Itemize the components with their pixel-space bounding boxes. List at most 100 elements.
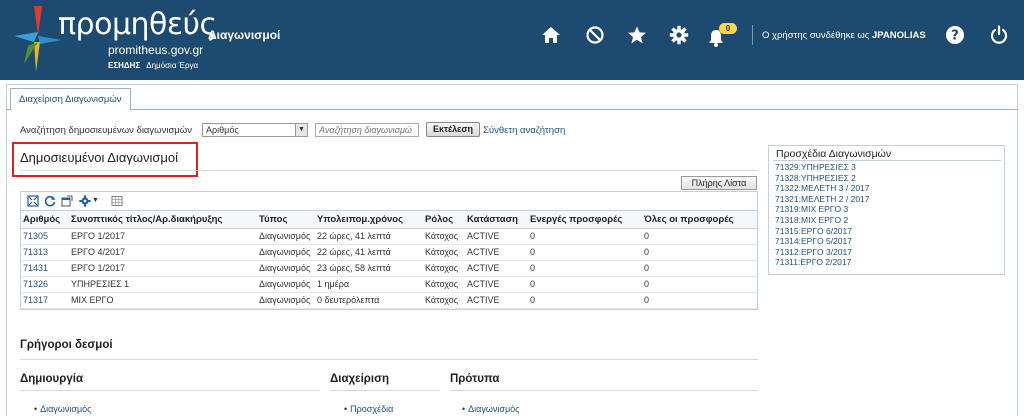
cell-type: Διαγωνισμός (257, 292, 315, 309)
cell-active-offers: 0 (528, 292, 642, 309)
quick-link-template-tender[interactable]: • Διαγωνισμός (462, 404, 519, 414)
tender-number-link[interactable]: 71313 (21, 244, 69, 261)
table-row: 71313 ΕΡΓΟ 4/2017 Διαγωνισμός 22 ώρες, 4… (21, 244, 757, 261)
quick-link-label: Διαγωνισμός (468, 404, 520, 414)
cell-remaining: 22 ώρες, 41 λεπτά (315, 228, 423, 245)
tab-bar: Διαχείριση Διαγωνισμών (6, 84, 1018, 111)
tender-number-link[interactable]: 71326 (21, 276, 69, 293)
draft-link[interactable]: 71318:ΜΙΧ ΕΡΓΟ 2 (775, 215, 870, 226)
cell-type: Διαγωνισμός (257, 228, 315, 245)
quick-link-label: Προσχέδια (350, 404, 394, 414)
chevron-down-icon[interactable]: ▼ (295, 124, 307, 136)
draft-link[interactable]: 71311:ΕΡΓΟ 2/2017 (775, 257, 870, 268)
quick-link-label: Διαγωνισμός (40, 404, 92, 414)
logo-org-bold: ΕΣΗΔΗΣ (108, 61, 141, 70)
tenders-table: Αριθμός Συνοπτικός τίτλος/Αρ.διακήρυξης … (21, 211, 757, 309)
star-icon[interactable] (627, 25, 647, 45)
published-table: ▼ Αριθμός Συνοπτικός τίτλος/Αρ.διακήρυξη… (20, 191, 758, 310)
cell-all-offers: 0 (642, 244, 757, 261)
settings-gear-icon[interactable] (79, 195, 91, 207)
detach-icon[interactable] (61, 195, 73, 207)
cell-title: ΕΡΓΟ 1/2017 (69, 260, 257, 277)
drafts-divider (773, 160, 1001, 161)
table-toolbar: ▼ (21, 192, 757, 211)
username: JPANOLIAS (871, 30, 926, 41)
col-type[interactable]: Τύπος (257, 211, 315, 229)
logo-org-text: Δημόσια Έργα (146, 61, 199, 70)
cell-status: ACTIVE (465, 292, 528, 309)
search-field-select[interactable]: Αριθμός ▼ (202, 123, 308, 137)
advanced-search-link[interactable]: Σύνθετη αναζήτηση (483, 125, 565, 136)
cell-remaining: 23 ώρες, 58 λεπτά (315, 260, 423, 277)
tender-number-link[interactable]: 71305 (21, 228, 69, 245)
tab-tender-management[interactable]: Διαχείριση Διαγωνισμών (10, 88, 131, 111)
col-title[interactable]: Συνοπτικός τίτλος/Αρ.διακήρυξης (69, 211, 257, 229)
quick-links-heading-manage: Διαχείριση (330, 373, 390, 385)
draft-link[interactable]: 71314:ΕΡΓΟ 5/2017 (775, 236, 870, 247)
cell-all-offers: 0 (642, 292, 757, 309)
col-active-offers[interactable]: Ενεργές προσφορές (528, 211, 642, 229)
expand-icon[interactable] (27, 195, 39, 207)
draft-link[interactable]: 71328:ΥΠΗΡΕΣΙΕΣ 2 (775, 173, 870, 184)
help-icon[interactable]: ? (945, 25, 965, 45)
table-header-row: Αριθμός Συνοπτικός τίτλος/Αρ.διακήρυξης … (21, 211, 757, 229)
cell-type: Διαγωνισμός (257, 260, 315, 277)
cell-type: Διαγωνισμός (257, 276, 315, 293)
cell-all-offers: 0 (642, 260, 757, 277)
cell-role: Κάτοχος (423, 228, 465, 245)
cell-type: Διαγωνισμός (257, 244, 315, 261)
draft-link[interactable]: 71329:ΥΠΗΡΕΣΙΕΣ 3 (775, 162, 870, 173)
user-status: Ο χρήστης συνδέθηκε ως JPANOLIAS (762, 30, 926, 41)
cell-title: ΥΠΗΡΕΣΙΕΣ 1 (69, 276, 257, 293)
cell-active-offers: 0 (528, 244, 642, 261)
draft-link[interactable]: 71319:ΜΙΧ ΕΡΓΟ 3 (775, 204, 870, 215)
notification-badge: 0 (719, 23, 737, 34)
quick-link-drafts[interactable]: • Προσχέδια (344, 404, 393, 414)
full-list-button[interactable]: Πλήρης Λίστα (681, 176, 757, 190)
refresh-icon[interactable] (44, 195, 56, 207)
draft-link[interactable]: 71322:ΜΕΛΕΤΗ 3 / 2017 (775, 183, 870, 194)
cell-status: ACTIVE (465, 276, 528, 293)
table-row: 71317 ΜΙΧ ΕΡΓΟ Διαγωνισμός 0 δευτερόλεπτ… (21, 292, 757, 309)
quick-link-create-tender[interactable]: • Διαγωνισμός (34, 404, 91, 414)
cell-role: Κάτοχος (423, 244, 465, 261)
power-icon[interactable] (989, 25, 1009, 45)
header-separator (752, 25, 753, 45)
quick-links-heading-create: Δημιουργία (20, 373, 84, 385)
cell-title: ΕΡΓΟ 4/2017 (69, 244, 257, 261)
search-label: Αναζήτηση δημοσιευμένων διαγωνισμών (20, 125, 192, 136)
col-status[interactable]: Κατάσταση (465, 211, 528, 229)
drafts-list: 71329:ΥΠΗΡΕΣΙΕΣ 3 71328:ΥΠΗΡΕΣΙΕΣ 2 7132… (775, 162, 870, 268)
table-row: 71326 ΥΠΗΡΕΣΙΕΣ 1 Διαγωνισμός 1 ημέρα Κά… (21, 276, 757, 293)
drafts-panel: Προσχέδια Διαγωνισμών 71329:ΥΠΗΡΕΣΙΕΣ 3 … (768, 145, 1005, 275)
draft-link[interactable]: 71312:ΕΡΓΟ 3/2017 (775, 247, 870, 258)
cell-remaining: 1 ημέρα (315, 276, 423, 293)
home-icon[interactable] (541, 25, 561, 45)
cell-active-offers: 0 (528, 276, 642, 293)
cell-status: ACTIVE (465, 228, 528, 245)
table-row: 71431 ΕΡΓΟ 1/2017 Διαγωνισμός 23 ώρες, 5… (21, 260, 757, 277)
tender-number-link[interactable]: 71317 (21, 292, 69, 309)
col-remaining-time[interactable]: Υπολειπομ.χρόνος (315, 211, 423, 229)
logo-title: προμηθεύς (58, 7, 217, 42)
draft-link[interactable]: 71321:ΜΕΛΕΤΗ 2 / 2017 (775, 194, 870, 205)
cell-active-offers: 0 (528, 260, 642, 277)
col-all-offers[interactable]: Όλες οι προσφορές (642, 211, 757, 229)
block-icon[interactable] (585, 25, 605, 45)
cell-role: Κάτοχος (423, 260, 465, 277)
user-prefix: Ο χρήστης συνδέθηκε ως (762, 30, 870, 41)
gear-icon[interactable] (669, 25, 689, 45)
cell-status: ACTIVE (465, 260, 528, 277)
tender-number-link[interactable]: 71431 (21, 260, 69, 277)
draft-link[interactable]: 71315:ΕΡΓΟ 6/2017 (775, 226, 870, 237)
quick-links-divider (20, 359, 758, 360)
col-number[interactable]: Αριθμός (21, 211, 69, 229)
dropdown-arrow-icon[interactable]: ▼ (92, 195, 104, 207)
app-title: Διαγωνισμοί (208, 28, 281, 42)
search-field-value: Αριθμός (206, 125, 239, 135)
execute-button[interactable]: Εκτέλεση (426, 122, 480, 137)
table-view-icon[interactable] (111, 195, 123, 207)
col-role[interactable]: Ρόλος (423, 211, 465, 229)
search-input[interactable] (315, 123, 419, 137)
svg-text:?: ? (951, 29, 959, 44)
